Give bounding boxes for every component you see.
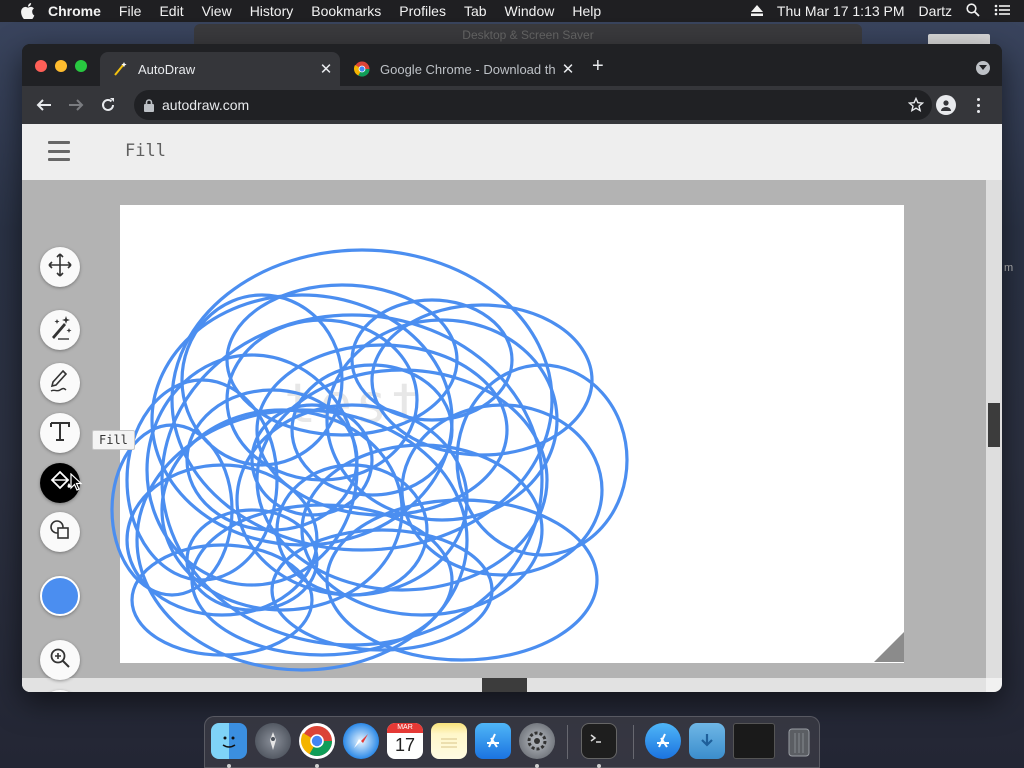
autodraw-sparkle-icon [47,315,73,346]
horizontal-scroll-thumb[interactable] [482,678,527,692]
browser-window: AutoDraw ✕ Google Chrome - Download th ✕… [22,44,1002,692]
color-picker-button[interactable] [40,576,80,616]
autodraw-favicon-icon [112,61,128,77]
window-zoom-button[interactable] [75,60,87,72]
menu-bar: Chrome File Edit View History Bookmarks … [0,0,1024,22]
menu-window[interactable]: Window [505,3,555,19]
profile-avatar-icon[interactable] [936,95,956,115]
tab-title: Google Chrome - Download th [380,61,556,77]
menu-user[interactable]: Dartz [919,3,952,19]
chrome-dock-icon[interactable] [299,723,335,759]
autodraw-page: Fill test Fill [22,124,1002,692]
background-edge-text: m [1004,262,1014,274]
dock: MAR 17 [204,716,820,768]
lock-icon[interactable] [144,98,154,112]
reload-icon[interactable] [98,95,118,115]
shapes-icon [47,517,73,548]
tab-close-icon[interactable]: ✕ [318,60,334,78]
trash-icon[interactable] [781,723,817,759]
downloads-folder-icon[interactable] [689,723,725,759]
calendar-month: MAR [387,723,423,733]
menu-view[interactable]: View [202,3,232,19]
menu-app-name[interactable]: Chrome [48,3,101,19]
app-header: Fill [22,124,1002,180]
menu-file[interactable]: File [119,3,142,19]
notes-icon[interactable] [431,723,467,759]
drawing-workspace[interactable]: test [22,180,986,678]
chrome-favicon-icon [354,61,370,77]
menu-edit[interactable]: Edit [159,3,183,19]
eject-icon[interactable] [750,3,763,19]
window-minimize-button[interactable] [55,60,67,72]
new-tab-icon[interactable]: + [592,56,608,76]
horizontal-scrollbar[interactable] [22,678,986,692]
type-tool-button[interactable] [40,413,80,453]
bookmark-star-icon[interactable] [908,97,924,113]
tab-search-icon[interactable] [976,61,990,75]
menu-bookmarks[interactable]: Bookmarks [311,3,381,19]
drawn-circles [110,248,629,672]
finder-icon[interactable] [211,723,247,759]
calendar-day: 17 [394,735,416,755]
background-window[interactable]: Desktop & Screen Saver [194,24,862,46]
menu-profiles[interactable]: Profiles [399,3,446,19]
app-store-icon[interactable] [475,723,511,759]
menu-history[interactable]: History [250,3,294,19]
browser-toolbar: autodraw.com [22,86,1002,124]
terminal-icon[interactable] [581,723,617,759]
chrome-menu-icon[interactable] [972,95,984,115]
move-icon [47,252,73,283]
back-icon[interactable] [34,95,54,115]
tab-close-icon[interactable]: ✕ [560,60,576,78]
move-tool-button[interactable] [40,247,80,287]
tab-chrome-download[interactable]: Google Chrome - Download th ✕ [342,52,582,86]
mouse-pointer-icon [70,473,83,491]
shape-tool-button[interactable] [40,512,80,552]
window-close-button[interactable] [35,60,47,72]
forward-icon[interactable] [66,95,86,115]
tab-title: AutoDraw [138,61,196,77]
canvas-resize-handle-icon[interactable] [874,632,904,662]
vertical-scrollbar[interactable] [986,180,1002,678]
control-center-icon[interactable] [994,3,1010,19]
menu-help[interactable]: Help [572,3,601,19]
safari-icon[interactable] [343,723,379,759]
address-bar[interactable]: autodraw.com [134,90,932,120]
zoom-button[interactable] [40,640,80,680]
menu-tab[interactable]: Tab [464,3,487,19]
apple-icon[interactable] [20,3,36,19]
hamburger-menu-icon[interactable] [48,141,70,161]
screen-window-icon[interactable] [733,723,775,759]
fill-tooltip: Fill [92,430,135,450]
applications-folder-icon[interactable] [645,723,681,759]
spotlight-icon[interactable] [966,2,980,20]
tab-autodraw[interactable]: AutoDraw ✕ [100,52,340,86]
pencil-icon [47,368,73,399]
launchpad-icon[interactable] [255,723,291,759]
draw-tool-button[interactable] [40,363,80,403]
vertical-scroll-thumb[interactable] [988,403,1000,447]
menu-clock[interactable]: Thu Mar 17 1:13 PM [777,3,905,19]
system-preferences-icon[interactable] [519,723,555,759]
drawn-circle-stroke [185,508,319,612]
zoom-in-icon [48,646,72,675]
autodraw-tool-button[interactable] [40,310,80,350]
calendar-icon[interactable]: MAR 17 [387,723,423,759]
current-tool-label: Fill [125,141,166,161]
tab-strip: AutoDraw ✕ Google Chrome - Download th ✕… [22,44,1002,86]
url-text: autodraw.com [162,97,250,113]
text-t-icon [47,418,73,449]
drawn-circle-stroke [225,318,419,482]
